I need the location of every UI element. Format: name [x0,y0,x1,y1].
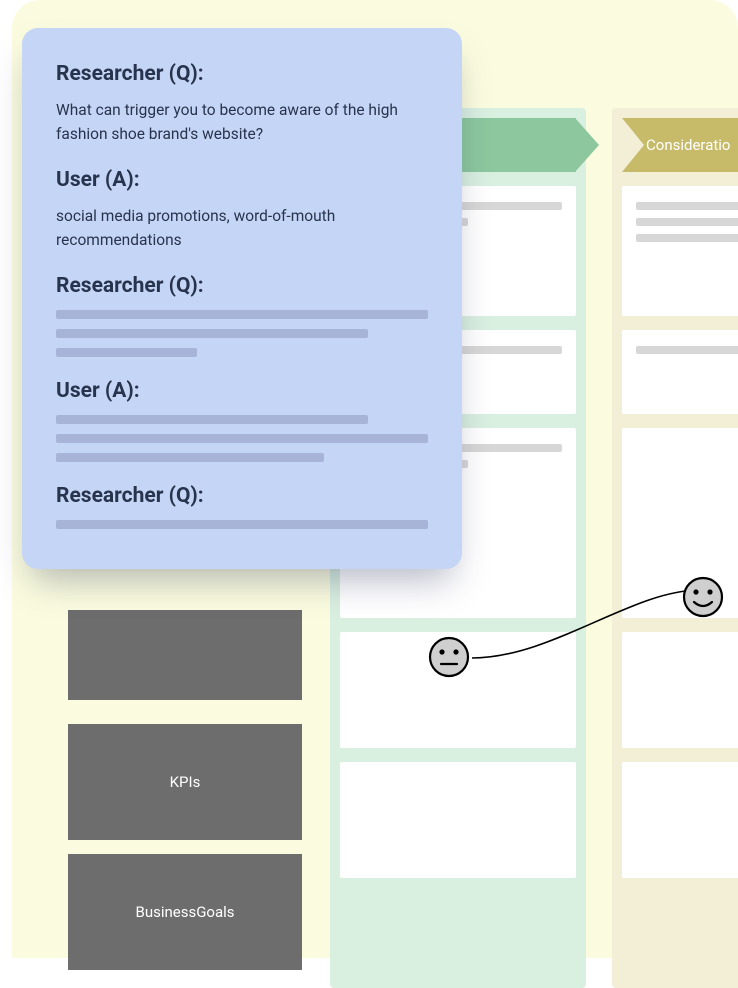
interview-a1-label: User (A): [56,168,428,192]
placeholder-line [56,434,428,443]
placeholder-line [636,202,738,210]
column-consideration: Consideratio [612,108,738,988]
placeholder-line [56,329,368,338]
interview-a1-text: social media promotions, word-of-mouth r… [56,204,428,252]
placeholder-line [636,346,738,354]
row-label-kpis-text: KPIs [170,773,201,791]
placeholder-line [56,415,368,424]
column-consideration-label: Consideratio [646,136,730,154]
interview-q2-placeholder [56,310,428,357]
consideration-cell-touchpoints [622,330,738,414]
interview-a2-placeholder [56,415,428,462]
placeholder-line [56,453,324,462]
interview-q3-label: Researcher (Q): [56,484,428,508]
interview-a2-label: User (A): [56,379,428,403]
interview-q2-label: Researcher (Q): [56,274,428,298]
interview-card: Researcher (Q): What can trigger you to … [22,28,462,569]
row-label-goals: BusinessGoals [68,854,302,970]
column-consideration-header: Consideratio [622,118,738,172]
consideration-cell-actions [622,186,738,316]
interview-q1-label: Researcher (Q): [56,62,428,86]
consideration-cell-goal [622,762,738,878]
placeholder-line [56,348,197,357]
interview-q1-text: What can trigger you to become aware of … [56,98,428,146]
row-label-goals-text: BusinessGoals [135,903,234,921]
row-label-blank [68,610,302,700]
placeholder-line [56,520,428,529]
placeholder-line [636,234,738,242]
emotion-face-happy-icon [682,576,724,618]
awareness-cell-goal [340,762,576,878]
emotion-face-neutral-icon [428,636,470,678]
interview-q3-placeholder [56,520,428,529]
row-label-kpis: KPIs [68,724,302,840]
placeholder-line [636,218,738,226]
placeholder-line [56,310,428,319]
consideration-cell-kpi [622,632,738,748]
